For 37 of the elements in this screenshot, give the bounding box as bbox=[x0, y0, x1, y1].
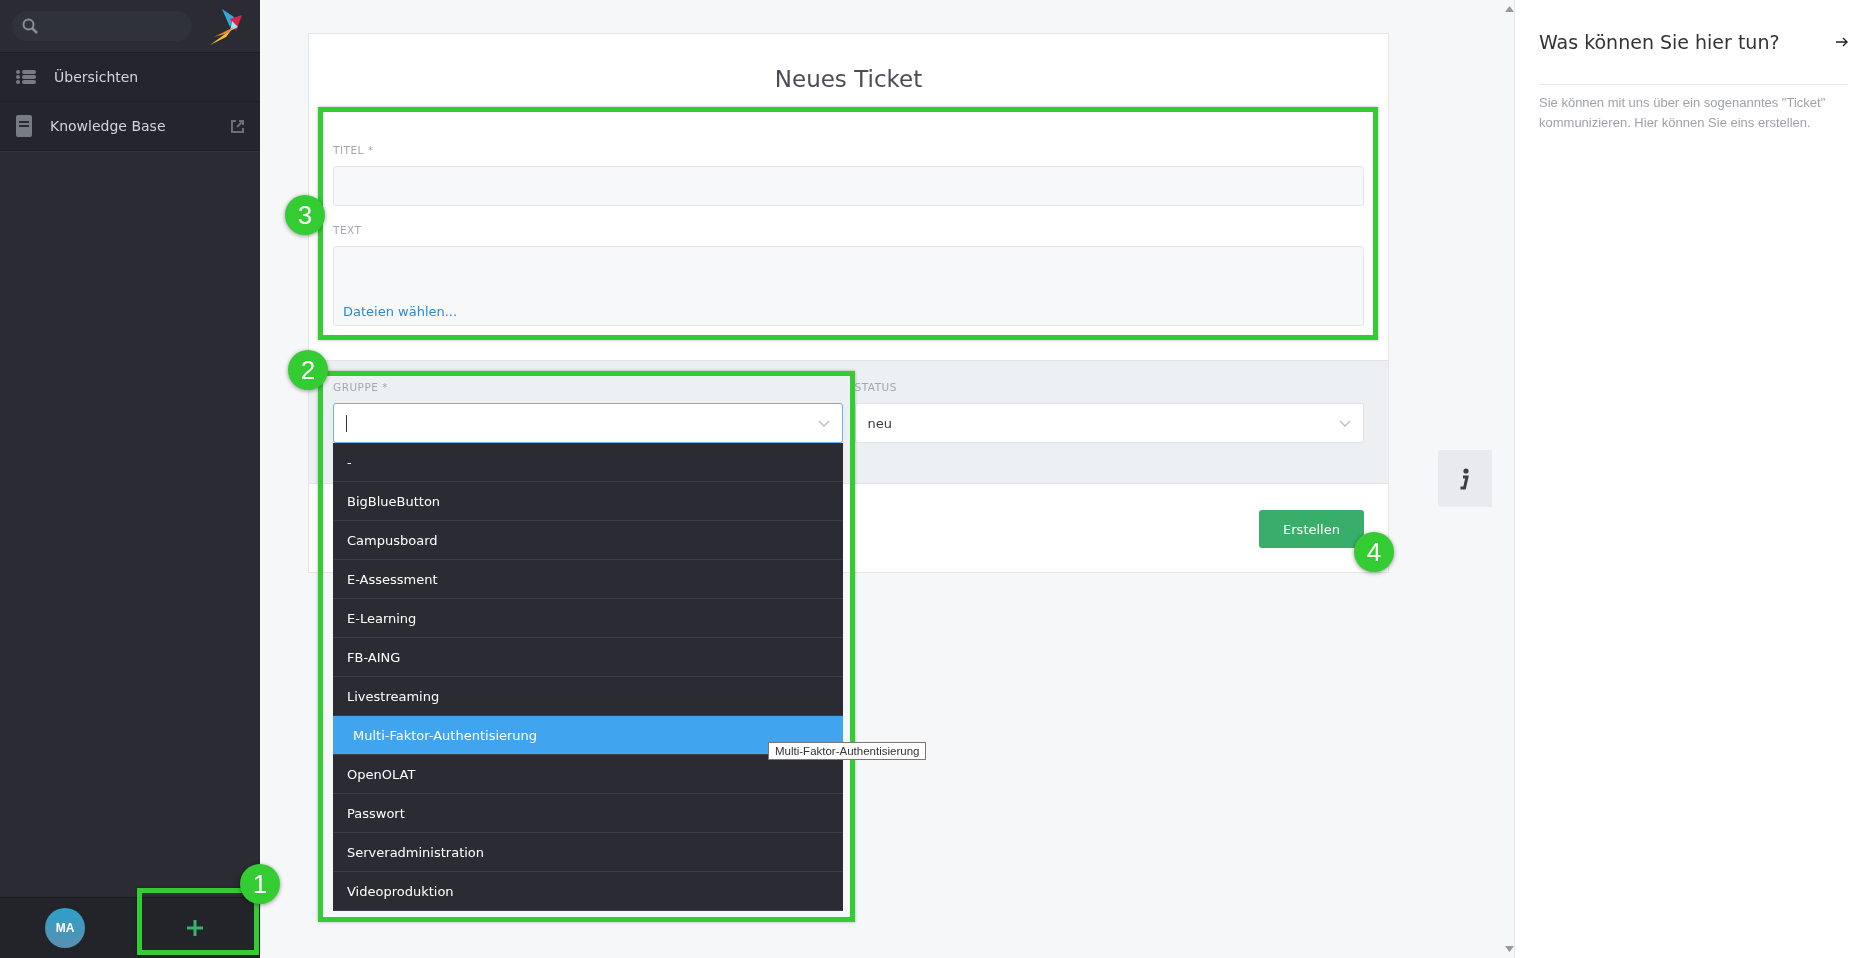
dropdown-option[interactable]: E-Assessment bbox=[333, 560, 843, 599]
dropdown-option[interactable]: Campusboard bbox=[333, 521, 843, 560]
title-field[interactable] bbox=[333, 166, 1364, 206]
dropdown-option[interactable]: - bbox=[333, 443, 843, 482]
plus-icon bbox=[186, 919, 204, 937]
text-field[interactable]: Dateien wählen... bbox=[333, 246, 1364, 326]
sidebar-item[interactable]: Knowledge Base bbox=[0, 102, 260, 151]
arrow-right-icon[interactable] bbox=[1836, 37, 1848, 47]
list-icon bbox=[16, 69, 36, 85]
dropdown-option[interactable]: FB-AING bbox=[333, 638, 843, 677]
field-label: TEXT bbox=[333, 224, 362, 236]
scroll-down-icon[interactable] bbox=[1504, 946, 1514, 952]
info-icon bbox=[1460, 467, 1470, 490]
tooltip: Multi-Faktor-Authentisierung bbox=[768, 742, 927, 760]
form-title: Neues Ticket bbox=[773, 65, 924, 94]
scroll-up-icon[interactable] bbox=[1504, 6, 1514, 12]
help-text: Sie können mit uns über ein sogenanntes "Ticket" kommunizieren. Hier können Sie eins erstellen. bbox=[1539, 94, 1827, 132]
dropdown-option[interactable]: E-Learning bbox=[333, 599, 843, 638]
status-select[interactable]: neu bbox=[854, 403, 1364, 443]
search-icon bbox=[22, 18, 38, 34]
dropdown-option[interactable]: Passwort bbox=[333, 794, 843, 833]
book-icon bbox=[16, 115, 32, 137]
field-label: TITEL * bbox=[333, 144, 374, 156]
external-link-icon bbox=[231, 119, 244, 133]
attach-files-link[interactable]: Dateien wählen... bbox=[343, 304, 458, 319]
group-select[interactable] bbox=[333, 403, 843, 443]
search-field[interactable] bbox=[12, 11, 192, 41]
dropdown-option[interactable]: Serveradministration bbox=[333, 833, 843, 872]
field-label: STATUS bbox=[854, 381, 897, 393]
field-label: GRUPPE * bbox=[333, 381, 388, 393]
dropdown-option[interactable]: BigBlueButton bbox=[333, 482, 843, 521]
sidebar-item[interactable]: Übersichten bbox=[0, 53, 260, 102]
info-button[interactable] bbox=[1438, 450, 1492, 507]
chevron-down-icon bbox=[817, 419, 830, 427]
dropdown-option[interactable]: Videoproduktion bbox=[333, 872, 843, 911]
help-title: Was können Sie hier tun? bbox=[1539, 31, 1781, 53]
chevron-down-icon bbox=[1339, 419, 1351, 427]
